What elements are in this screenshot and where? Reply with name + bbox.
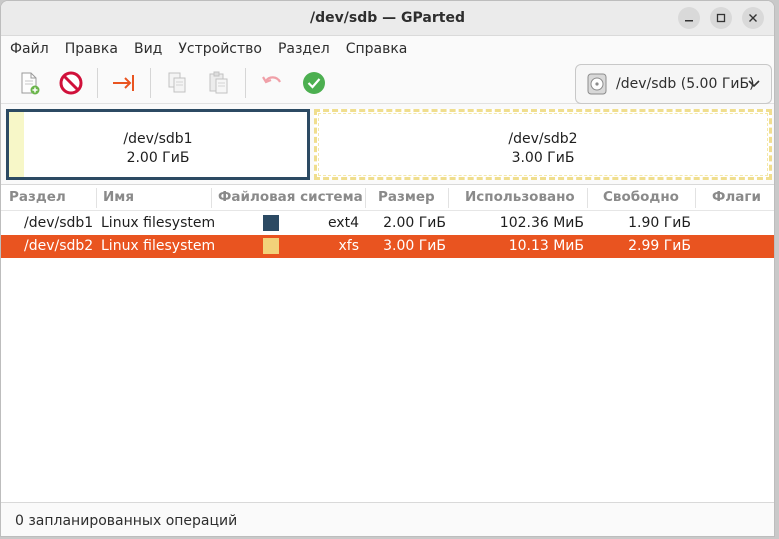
cell-free: 1.90 ГиБ bbox=[628, 215, 691, 231]
toolbar-separator bbox=[245, 67, 246, 98]
cell-used: 102.36 МиБ bbox=[499, 215, 584, 231]
column-header-used[interactable]: Использовано bbox=[465, 189, 575, 205]
filesystem-color-swatch bbox=[263, 238, 279, 254]
close-icon bbox=[749, 14, 757, 22]
table-row-selected[interactable]: /dev/sdb2 Linux filesystem xfs 3.00 ГиБ … bbox=[1, 235, 774, 258]
apply-button[interactable] bbox=[296, 67, 332, 99]
minimize-icon bbox=[685, 20, 693, 22]
copy-button[interactable] bbox=[159, 67, 195, 99]
close-button[interactable] bbox=[742, 7, 764, 29]
paste-icon bbox=[209, 71, 228, 93]
window-title: /dev/sdb — GParted bbox=[310, 10, 465, 26]
menu-bar: Файл Правка Вид Устройство Раздел Справк… bbox=[1, 36, 774, 62]
menu-device[interactable]: Устройство bbox=[178, 41, 262, 57]
cell-size: 3.00 ГиБ bbox=[383, 238, 446, 254]
new-document-icon bbox=[21, 72, 40, 94]
column-separator bbox=[448, 188, 449, 208]
column-separator bbox=[365, 188, 366, 208]
toolbar-separator bbox=[150, 67, 151, 98]
cell-free: 2.99 ГиБ bbox=[628, 238, 691, 254]
device-selector[interactable]: /dev/sdb (5.00 ГиБ) bbox=[575, 64, 772, 104]
disk-map-partition-sdb1[interactable]: /dev/sdb1 2.00 ГиБ bbox=[6, 109, 310, 180]
window-controls bbox=[678, 7, 764, 29]
resize-move-icon bbox=[113, 74, 134, 91]
resize-move-button[interactable] bbox=[106, 67, 142, 99]
partition-name: /dev/sdb1 bbox=[123, 131, 193, 147]
column-separator bbox=[96, 188, 97, 208]
device-selector-label: /dev/sdb (5.00 ГиБ) bbox=[616, 76, 755, 92]
partition-size: 3.00 ГиБ bbox=[511, 150, 575, 166]
cell-name: Linux filesystem bbox=[101, 215, 216, 231]
gparted-window: /dev/sdb — GParted Файл Правка Вид Устро… bbox=[0, 0, 775, 537]
column-header-flags[interactable]: Флаги bbox=[712, 189, 761, 205]
column-header-filesystem[interactable]: Файловая система bbox=[218, 189, 363, 205]
menu-view[interactable]: Вид bbox=[134, 41, 162, 57]
toolbar-separator bbox=[97, 67, 98, 98]
partition-size: 2.00 ГиБ bbox=[126, 150, 190, 166]
column-separator bbox=[211, 188, 212, 208]
column-separator bbox=[587, 188, 588, 208]
hard-disk-icon bbox=[587, 73, 607, 95]
partition-label: /dev/sdb1 2.00 ГиБ bbox=[9, 130, 307, 168]
cell-used: 10.13 МиБ bbox=[508, 238, 584, 254]
cell-size: 2.00 ГиБ bbox=[383, 215, 446, 231]
maximize-button[interactable] bbox=[710, 7, 732, 29]
partition-label: /dev/sdb2 3.00 ГиБ bbox=[317, 130, 769, 168]
cell-filesystem: xfs bbox=[338, 238, 359, 254]
paste-button[interactable] bbox=[201, 67, 237, 99]
menu-partition[interactable]: Раздел bbox=[278, 41, 330, 57]
apply-check-icon bbox=[303, 71, 325, 94]
table-row[interactable]: /dev/sdb1 Linux filesystem ext4 2.00 ГиБ… bbox=[1, 212, 774, 235]
column-header-partition[interactable]: Раздел bbox=[9, 189, 66, 205]
filesystem-color-swatch bbox=[263, 215, 279, 231]
cell-partition: /dev/sdb2 bbox=[24, 238, 94, 254]
column-header-name[interactable]: Имя bbox=[103, 189, 134, 205]
undo-icon bbox=[262, 75, 281, 83]
disk-map: /dev/sdb1 2.00 ГиБ /dev/sdb2 3.00 ГиБ bbox=[1, 104, 774, 180]
cell-filesystem: ext4 bbox=[327, 215, 359, 231]
partition-name: /dev/sdb2 bbox=[508, 131, 578, 147]
menu-file[interactable]: Файл bbox=[10, 41, 49, 57]
minimize-button[interactable] bbox=[678, 7, 700, 29]
column-header-size[interactable]: Размер bbox=[378, 189, 435, 205]
partition-table: Раздел Имя Файловая система Размер Испол… bbox=[1, 184, 774, 502]
copy-icon bbox=[168, 72, 186, 92]
delete-icon bbox=[59, 71, 83, 94]
disk-map-partition-sdb2[interactable]: /dev/sdb2 3.00 ГиБ bbox=[314, 109, 772, 180]
column-separator bbox=[695, 188, 696, 208]
table-header: Раздел Имя Файловая система Размер Испол… bbox=[1, 185, 774, 211]
pending-operations-status: 0 запланированных операций bbox=[15, 512, 238, 529]
chevron-down-icon bbox=[748, 80, 760, 88]
maximize-icon bbox=[716, 13, 726, 23]
undo-button[interactable] bbox=[254, 67, 290, 99]
toolbar: /dev/sdb (5.00 ГиБ) bbox=[1, 62, 774, 104]
title-bar[interactable]: /dev/sdb — GParted bbox=[1, 1, 774, 36]
cell-partition: /dev/sdb1 bbox=[24, 215, 94, 231]
column-header-free[interactable]: Свободно bbox=[603, 189, 679, 205]
menu-help[interactable]: Справка bbox=[346, 41, 408, 57]
cell-name: Linux filesystem bbox=[101, 238, 216, 254]
status-bar: 0 запланированных операций bbox=[1, 502, 774, 536]
delete-partition-button[interactable] bbox=[53, 67, 89, 99]
menu-edit[interactable]: Правка bbox=[65, 41, 118, 57]
new-partition-button[interactable] bbox=[11, 67, 47, 99]
